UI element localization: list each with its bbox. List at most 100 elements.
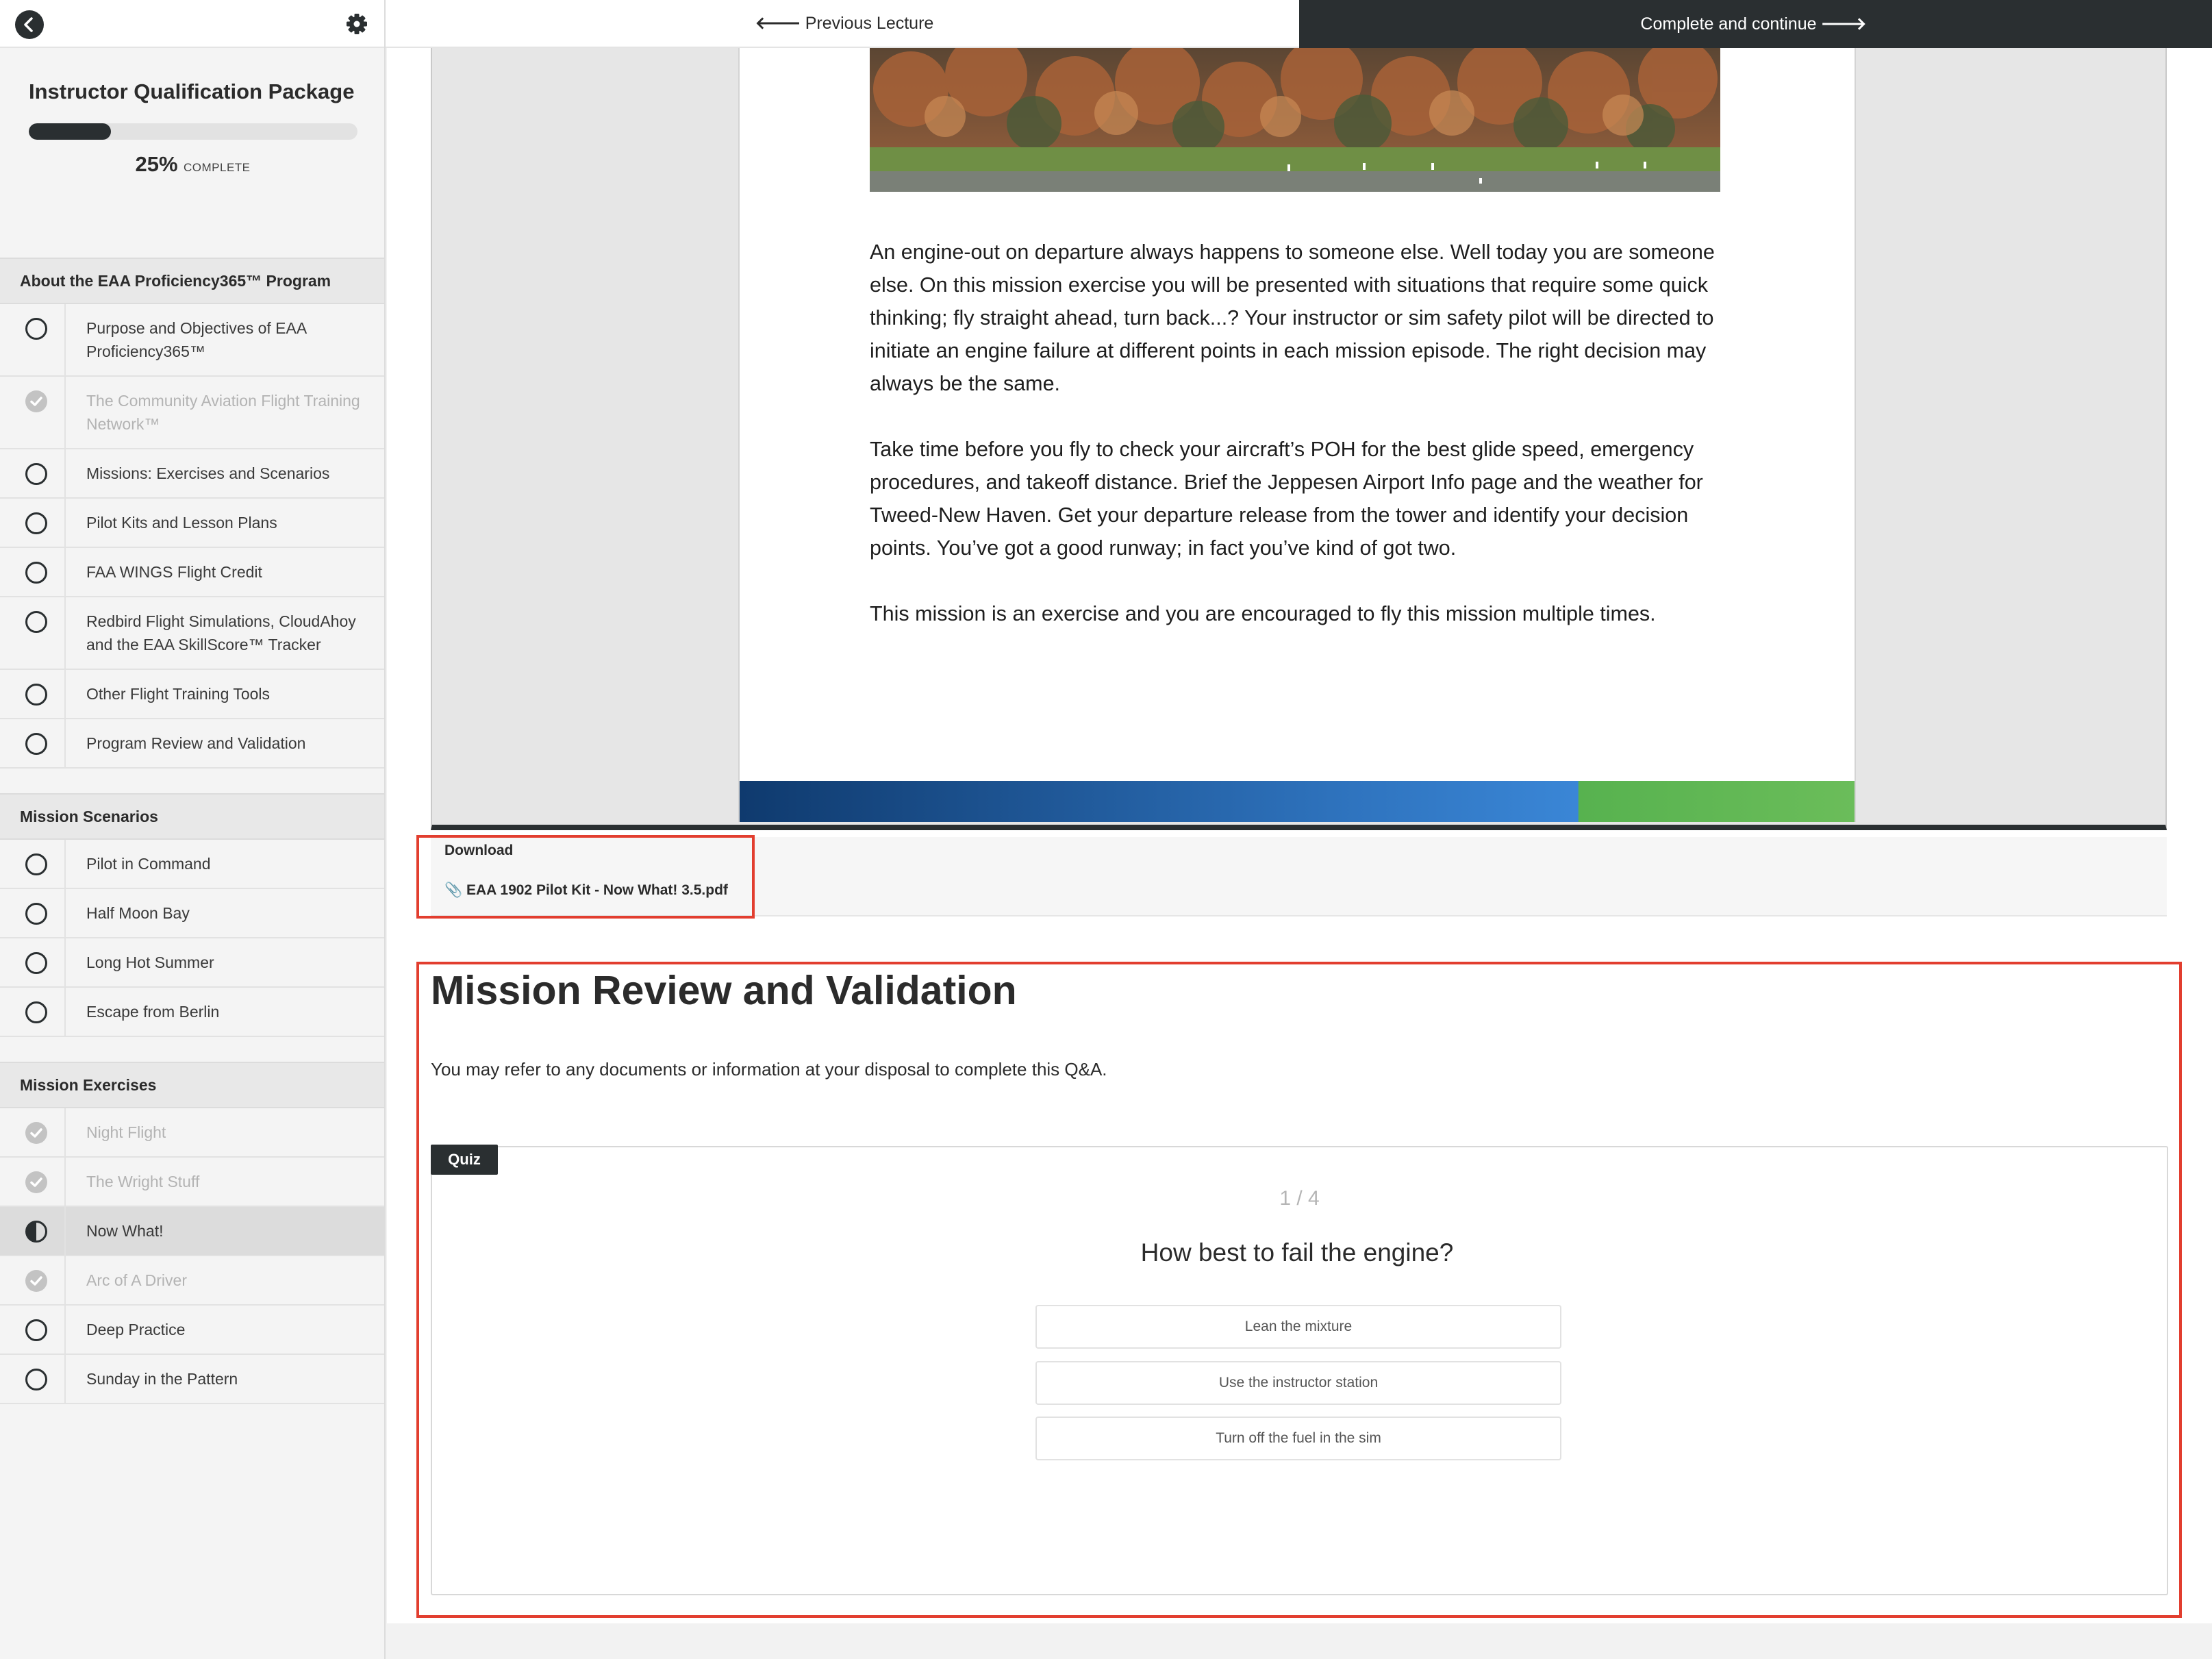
answer-option[interactable]: Use the instructor station: [1035, 1361, 1561, 1405]
lecture-item[interactable]: Other Flight Training Tools: [0, 670, 384, 719]
quiz-highlight-box: [416, 962, 2182, 1618]
section-heading[interactable]: Mission Scenarios: [0, 793, 384, 840]
lecture-status-cell: [0, 1355, 66, 1403]
section-gap: [0, 1037, 384, 1062]
question-counter-text: 1 / 4: [1279, 1187, 1320, 1210]
lecture-label: Arc of A Driver: [86, 1271, 187, 1289]
lecture-label: Pilot in Command: [86, 855, 211, 873]
empty-circle-icon: [25, 562, 47, 584]
previous-lecture-label: Previous Lecture: [805, 13, 934, 33]
settings-button[interactable]: [342, 10, 371, 38]
check-circle-icon: [25, 1171, 47, 1193]
section-gap: [0, 769, 384, 793]
lecture-status-cell: [0, 1207, 66, 1255]
section-heading[interactable]: About the EAA Proficiency365™ Program: [0, 258, 384, 304]
lecture-item[interactable]: Arc of A Driver: [0, 1256, 384, 1306]
lecture-status-cell: [0, 499, 66, 547]
lecture-label: Missions: Exercises and Scenarios: [86, 464, 330, 482]
lecture-label: Purpose and Objectives of EAA Proficienc…: [86, 319, 306, 360]
lecture-item[interactable]: Escape from Berlin: [0, 988, 384, 1037]
empty-circle-icon: [25, 853, 47, 875]
lecture-item[interactable]: Redbird Flight Simulations, CloudAhoy an…: [0, 597, 384, 670]
lecture-label: Redbird Flight Simulations, CloudAhoy an…: [86, 612, 356, 653]
pdf-paragraph: This mission is an exercise and you are …: [870, 602, 1656, 625]
lecture-label: Deep Practice: [86, 1321, 186, 1338]
pdf-paragraph: An engine-out on departure always happen…: [870, 240, 1715, 395]
lecture-label: The Community Aviation Flight Training N…: [86, 392, 360, 433]
empty-circle-icon: [25, 318, 47, 340]
lecture-label: Night Flight: [86, 1123, 166, 1141]
progress-label: 25% COMPLETE: [0, 152, 384, 177]
lecture-label: Sunday in the Pattern: [86, 1370, 238, 1388]
half-circle-icon: [25, 1221, 47, 1243]
empty-circle-icon: [25, 512, 47, 534]
lecture-status-cell: [0, 719, 66, 767]
pdf-page: An engine-out on departure always happen…: [738, 48, 1856, 822]
progress-word: COMPLETE: [183, 161, 251, 174]
lecture-item[interactable]: Purpose and Objectives of EAA Proficienc…: [0, 304, 384, 377]
empty-circle-icon: [25, 1001, 47, 1023]
lecture-label: Program Review and Validation: [86, 734, 306, 752]
empty-circle-icon: [25, 952, 47, 974]
section-heading[interactable]: Mission Exercises: [0, 1062, 384, 1108]
gear-icon: [347, 14, 367, 34]
course-sidebar: Instructor Qualification Package 25% COM…: [0, 0, 386, 1659]
empty-circle-icon: [25, 1319, 47, 1341]
question-counter: 1 / 4: [387, 1187, 2212, 1210]
lecture-label: Long Hot Summer: [86, 953, 214, 971]
lecture-item[interactable]: Now What!: [0, 1207, 384, 1256]
previous-lecture-button[interactable]: 🡐 Previous Lecture: [386, 0, 1299, 48]
lecture-item[interactable]: Missions: Exercises and Scenarios: [0, 449, 384, 499]
lecture-item[interactable]: Night Flight: [0, 1108, 384, 1158]
lecture-status-cell: [0, 304, 66, 375]
progress-bar: [29, 123, 357, 140]
back-button[interactable]: [15, 10, 44, 39]
lecture-status-cell: [0, 840, 66, 888]
lecture-status-cell: [0, 1108, 66, 1156]
lecture-status-cell: [0, 449, 66, 497]
empty-circle-icon: [25, 684, 47, 706]
lecture-status-cell: [0, 1306, 66, 1354]
arrow-left-icon: 🡐: [755, 14, 801, 33]
lecture-item[interactable]: Sunday in the Pattern: [0, 1355, 384, 1404]
content-bottom-strip: [387, 1623, 2212, 1659]
pdf-viewer[interactable]: An engine-out on departure always happen…: [431, 48, 2167, 830]
progress-percent: 25%: [135, 152, 178, 176]
chevron-left-icon: [24, 17, 33, 32]
lecture-item[interactable]: The Community Aviation Flight Training N…: [0, 377, 384, 449]
lecture-item[interactable]: Deep Practice: [0, 1306, 384, 1355]
lecture-label: Escape from Berlin: [86, 1003, 220, 1021]
lecture-item[interactable]: FAA WINGS Flight Credit: [0, 548, 384, 597]
lecture-item[interactable]: Long Hot Summer: [0, 938, 384, 988]
lecture-status-cell: [0, 597, 66, 669]
complete-and-continue-button[interactable]: Complete and continue 🡒: [1299, 0, 2212, 48]
lecture-item[interactable]: Pilot Kits and Lesson Plans: [0, 499, 384, 548]
lecture-status-cell: [0, 1256, 66, 1304]
pdf-paragraph: Take time before you fly to check your a…: [870, 438, 1703, 560]
empty-circle-icon: [25, 1369, 47, 1390]
check-circle-icon: [25, 390, 47, 412]
airfield-photo: [870, 48, 1720, 192]
lecture-status-cell: [0, 377, 66, 448]
lecture-item[interactable]: Pilot in Command: [0, 840, 384, 889]
lecture-label: Now What!: [86, 1222, 164, 1240]
lecture-item[interactable]: The Wright Stuff: [0, 1158, 384, 1207]
complete-and-continue-label: Complete and continue: [1640, 14, 1817, 34]
lecture-status-cell: [0, 938, 66, 986]
course-title: Instructor Qualification Package: [29, 79, 355, 103]
answer-option[interactable]: Turn off the fuel in the sim: [1035, 1417, 1561, 1460]
lecture-label: FAA WINGS Flight Credit: [86, 563, 262, 581]
lecture-status-cell: [0, 670, 66, 718]
answer-option[interactable]: Lean the mixture: [1035, 1305, 1561, 1349]
lecture-status-cell: [0, 889, 66, 937]
lecture-item[interactable]: Half Moon Bay: [0, 889, 384, 938]
lecture-label: Half Moon Bay: [86, 904, 190, 922]
empty-circle-icon: [25, 903, 47, 925]
lecture-item[interactable]: Program Review and Validation: [0, 719, 384, 769]
lecture-status-cell: [0, 548, 66, 596]
quiz-question: How best to fail the engine?: [1140, 1238, 1454, 1267]
check-circle-icon: [25, 1122, 47, 1144]
lecture-label: The Wright Stuff: [86, 1173, 200, 1190]
lecture-status-cell: [0, 988, 66, 1036]
course-header: Instructor Qualification Package 25% COM…: [0, 48, 384, 258]
